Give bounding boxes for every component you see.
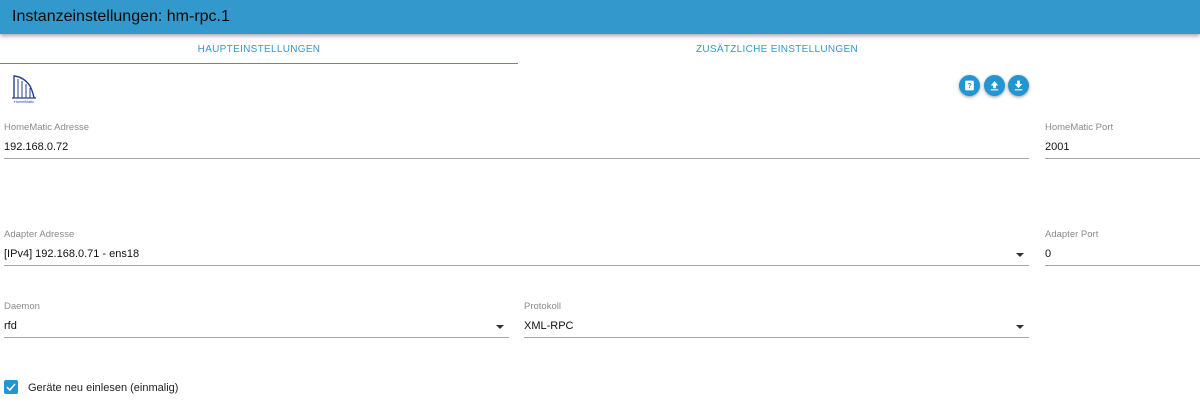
protocol-select[interactable]: Protokoll XML-RPC [524,301,1029,341]
reread-devices-label: Geräte neu einlesen (einmalig) [28,382,179,394]
download-button[interactable] [1008,75,1029,96]
logo-text: HomeMatic [14,99,34,104]
upload-button[interactable] [984,75,1005,96]
homematic-port-field[interactable]: HomeMatic Port 2001 [1045,122,1200,162]
daemon-underline [4,337,509,338]
daemon-select[interactable]: Daemon rfd [4,301,509,341]
daemon-label: Daemon [4,301,40,312]
adapter-address-underline [4,265,1029,266]
tab-additional-settings[interactable]: ZUSÄTZLICHE EINSTELLUNGEN [518,40,1036,64]
reread-devices-checkbox[interactable] [4,380,18,394]
tab-main-settings[interactable]: HAUPTEINSTELLUNGEN [0,40,518,64]
protocol-label: Protokoll [524,301,561,312]
adapter-port-input[interactable]: 0 [1045,248,1051,260]
adapter-port-field[interactable]: Adapter Port 0 [1045,229,1200,269]
protocol-value: XML-RPC [524,320,574,332]
homematic-address-label: HomeMatic Adresse [4,122,90,133]
upload-icon [990,81,999,91]
title-bar: Instanzeinstellungen: hm-rpc.1 [0,0,1200,34]
homematic-port-label: HomeMatic Port [1045,122,1114,133]
adapter-address-select[interactable]: Adapter Adresse [IPv4] 192.168.0.71 - en… [4,229,1029,269]
adapter-port-underline [1045,265,1200,266]
homematic-logo: HomeMatic [10,72,38,104]
tab-additional-settings-label: ZUSÄTZLICHE EINSTELLUNGEN [696,44,858,55]
daemon-value: rfd [4,320,17,332]
homematic-address-field[interactable]: HomeMatic Adresse 192.168.0.72 [4,122,1029,162]
chevron-down-icon[interactable] [1016,325,1024,329]
homematic-port-underline [1045,158,1200,159]
download-icon [1014,80,1023,91]
adapter-port-label: Adapter Port [1045,229,1099,240]
checkmark-icon [6,383,16,392]
help-button[interactable]: ? [959,75,980,96]
help-icon: ? [965,80,974,91]
adapter-address-label: Adapter Adresse [4,229,75,240]
tab-main-settings-label: HAUPTEINSTELLUNGEN [197,44,321,55]
adapter-address-value: [IPv4] 192.168.0.71 - ens18 [4,248,140,260]
homematic-address-input[interactable]: 192.168.0.72 [4,141,68,153]
protocol-underline [524,337,1029,338]
window-title: Instanzeinstellungen: hm-rpc.1 [12,8,230,25]
chevron-down-icon[interactable] [496,325,504,329]
homematic-port-input[interactable]: 2001 [1045,141,1069,153]
svg-text:?: ? [967,83,971,90]
active-tab-indicator [0,63,518,64]
chevron-down-icon[interactable] [1016,253,1024,257]
homematic-address-underline [4,158,1029,159]
